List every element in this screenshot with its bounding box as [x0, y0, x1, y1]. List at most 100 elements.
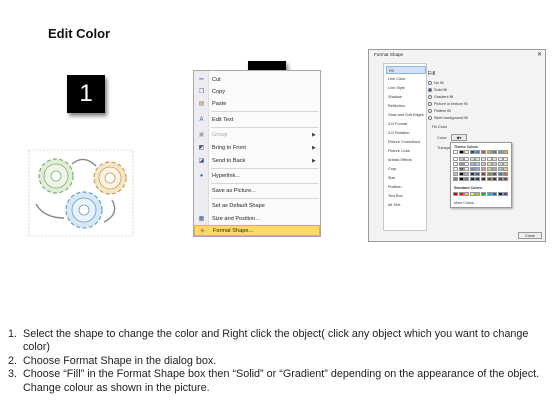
- fill-option-no-fill[interactable]: No fill: [428, 81, 444, 85]
- theme-color-swatch[interactable]: [458, 171, 464, 176]
- category-size[interactable]: Size: [386, 174, 426, 182]
- theme-color-swatch[interactable]: [475, 161, 481, 166]
- theme-color-swatch[interactable]: [497, 156, 503, 161]
- category-picture-color[interactable]: Picture Color: [386, 147, 426, 155]
- theme-color-swatch[interactable]: [497, 166, 503, 171]
- theme-color-swatch[interactable]: [481, 176, 486, 181]
- theme-color-swatch[interactable]: [475, 176, 481, 181]
- category-shadow[interactable]: Shadow: [386, 93, 426, 101]
- theme-color-swatch[interactable]: [486, 156, 492, 161]
- theme-color-swatch[interactable]: [475, 150, 481, 154]
- theme-color-swatch[interactable]: [469, 156, 475, 161]
- category-artistic-effects[interactable]: Artistic Effects: [386, 156, 426, 164]
- category-alt-text[interactable]: Alt Text: [386, 201, 426, 209]
- standard-color-swatch[interactable]: [475, 192, 481, 196]
- theme-color-swatch[interactable]: [469, 171, 475, 176]
- theme-color-swatch[interactable]: [486, 166, 492, 171]
- menu-item-set-default-shape[interactable]: Set as Default Shape: [194, 200, 320, 211]
- fill-option-pattern-fill[interactable]: Pattern fill: [428, 109, 451, 113]
- theme-color-swatch[interactable]: [492, 150, 498, 154]
- theme-color-swatch[interactable]: [464, 166, 470, 171]
- theme-color-swatch[interactable]: [503, 166, 509, 171]
- fill-option-gradient-fill[interactable]: Gradient fill: [428, 95, 453, 99]
- theme-color-swatch[interactable]: [469, 176, 475, 181]
- theme-color-swatch[interactable]: [486, 176, 492, 181]
- theme-color-swatch[interactable]: [464, 156, 470, 161]
- theme-color-swatch[interactable]: [497, 150, 503, 154]
- theme-color-swatch[interactable]: [475, 156, 481, 161]
- theme-color-swatch[interactable]: [458, 166, 464, 171]
- category-line-style[interactable]: Line Style: [386, 84, 426, 92]
- theme-color-swatch[interactable]: [492, 161, 498, 166]
- menu-item-save-as-picture[interactable]: Save as Picture...: [194, 185, 320, 196]
- theme-color-swatch[interactable]: [492, 166, 498, 171]
- gears-illustration[interactable]: [28, 148, 135, 238]
- theme-color-swatch[interactable]: [497, 176, 503, 181]
- category-fill[interactable]: Fill: [386, 66, 426, 74]
- theme-color-swatch[interactable]: [464, 176, 470, 181]
- theme-color-swatch[interactable]: [475, 171, 481, 176]
- theme-color-swatch[interactable]: [469, 150, 475, 154]
- theme-color-swatch[interactable]: [458, 150, 464, 154]
- theme-color-swatch[interactable]: [497, 171, 503, 176]
- standard-color-swatch[interactable]: [481, 192, 486, 196]
- theme-color-swatch[interactable]: [464, 171, 470, 176]
- theme-color-swatch[interactable]: [469, 161, 475, 166]
- category-crop[interactable]: Crop: [386, 165, 426, 173]
- standard-color-swatch[interactable]: [469, 192, 475, 196]
- standard-color-swatch[interactable]: [453, 192, 458, 196]
- standard-color-swatch[interactable]: [464, 192, 470, 196]
- color-picker-button[interactable]: ◆▾: [451, 134, 467, 141]
- category-3d-format[interactable]: 3-D Format: [386, 120, 426, 128]
- menu-item-copy[interactable]: ❐ Copy: [194, 86, 320, 97]
- standard-color-swatch[interactable]: [503, 192, 509, 196]
- category-line-color[interactable]: Line Color: [386, 75, 426, 83]
- theme-color-swatch[interactable]: [481, 156, 486, 161]
- theme-color-swatch[interactable]: [453, 171, 458, 176]
- theme-color-swatch[interactable]: [486, 171, 492, 176]
- theme-color-swatch[interactable]: [503, 171, 509, 176]
- category-3d-rotation[interactable]: 3-D Rotation: [386, 129, 426, 137]
- standard-color-swatch[interactable]: [486, 192, 492, 196]
- theme-color-swatch[interactable]: [458, 176, 464, 181]
- menu-item-edit-text[interactable]: A Edit Text: [194, 114, 320, 125]
- menu-item-hyperlink[interactable]: ● Hyperlink...: [194, 170, 320, 181]
- theme-color-swatch[interactable]: [464, 161, 470, 166]
- menu-item-cut[interactable]: ✂ Cut: [194, 74, 320, 85]
- menu-item-size-position[interactable]: ▦ Size and Position...: [194, 213, 320, 224]
- theme-color-swatch[interactable]: [481, 150, 486, 154]
- theme-color-swatch[interactable]: [492, 171, 498, 176]
- theme-color-swatch[interactable]: [481, 166, 486, 171]
- theme-color-swatch[interactable]: [475, 166, 481, 171]
- category-text-box[interactable]: Text Box: [386, 192, 426, 200]
- fill-option-solid-fill[interactable]: Solid fill: [428, 88, 447, 92]
- category-position[interactable]: Position: [386, 183, 426, 191]
- more-colors-option[interactable]: More Colors...: [454, 201, 477, 205]
- standard-color-swatch[interactable]: [497, 192, 503, 196]
- theme-color-swatch[interactable]: [486, 161, 492, 166]
- theme-color-swatch[interactable]: [453, 156, 458, 161]
- theme-color-swatch[interactable]: [503, 156, 509, 161]
- theme-color-swatch[interactable]: [458, 156, 464, 161]
- theme-color-swatch[interactable]: [503, 161, 509, 166]
- theme-color-swatch[interactable]: [453, 161, 458, 166]
- theme-color-swatch[interactable]: [481, 171, 486, 176]
- theme-color-swatch[interactable]: [503, 150, 509, 154]
- menu-item-bring-to-front[interactable]: ◩ Bring to Front ▶: [194, 142, 320, 153]
- theme-color-swatch[interactable]: [481, 161, 486, 166]
- theme-color-swatch[interactable]: [492, 176, 498, 181]
- fill-option-picture-fill[interactable]: Picture or texture fill: [428, 102, 468, 106]
- theme-color-swatch[interactable]: [497, 161, 503, 166]
- menu-item-send-to-back[interactable]: ◪ Send to Back ▶: [194, 155, 320, 166]
- theme-color-swatch[interactable]: [453, 176, 458, 181]
- standard-color-swatch[interactable]: [458, 192, 464, 196]
- dialog-close-icon[interactable]: ✕: [537, 51, 542, 58]
- menu-item-paste[interactable]: ▤ Paste: [194, 98, 320, 109]
- menu-item-format-shape[interactable]: ◈ Format Shape...: [194, 225, 320, 236]
- theme-color-swatch[interactable]: [492, 156, 498, 161]
- theme-color-swatch[interactable]: [453, 166, 458, 171]
- fill-option-slide-background-fill[interactable]: Slide background fill: [428, 116, 468, 120]
- category-reflection[interactable]: Reflection: [386, 102, 426, 110]
- theme-color-swatch[interactable]: [464, 150, 470, 154]
- theme-color-swatch[interactable]: [469, 166, 475, 171]
